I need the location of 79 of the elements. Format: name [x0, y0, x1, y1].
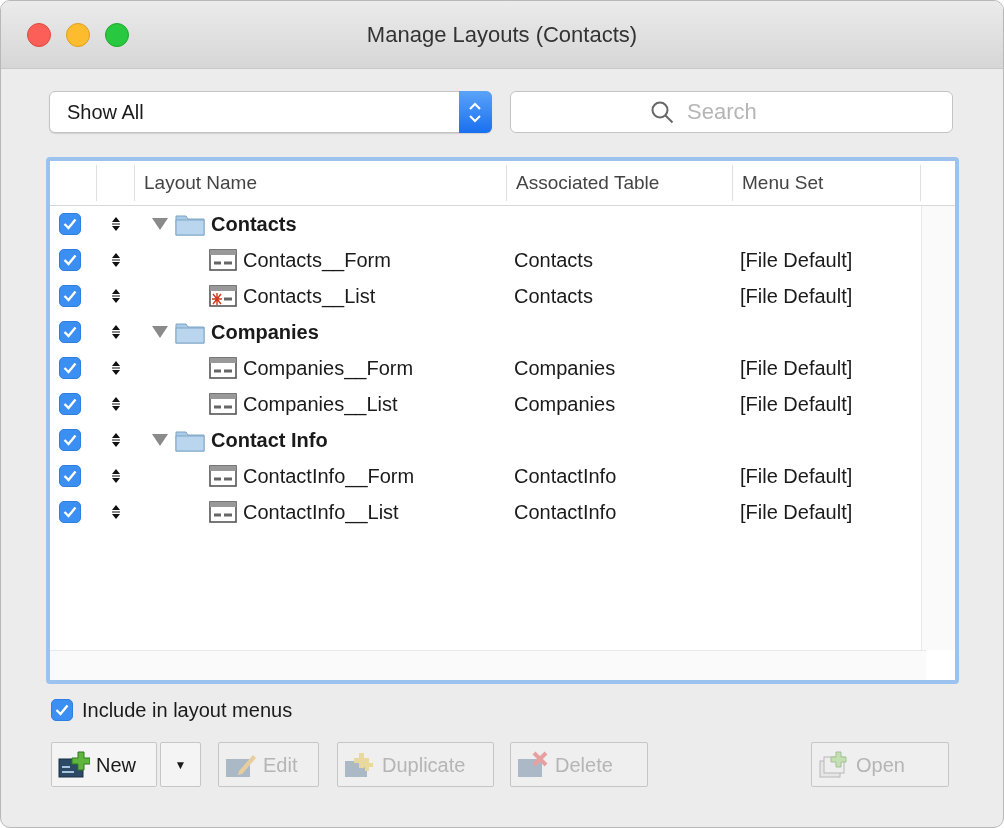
menu-set: [File Default]: [740, 464, 853, 489]
menu-set: [File Default]: [740, 356, 853, 381]
stepper-icon: [468, 102, 482, 123]
folder-icon: [175, 212, 205, 236]
folder-name: Contact Info: [211, 428, 328, 453]
layout-name: ContactInfo__List: [243, 500, 399, 526]
checkmark-icon: [63, 362, 77, 374]
checkbox[interactable]: [59, 249, 81, 271]
table-name: Companies: [514, 356, 616, 381]
checkbox[interactable]: [59, 321, 81, 343]
duplicate-icon: [344, 750, 376, 779]
close-button[interactable]: [27, 22, 51, 47]
layout-name: ContactInfo__Form: [243, 464, 415, 490]
checkbox[interactable]: [59, 393, 81, 415]
column-header[interactable]: Layout Name: [144, 168, 257, 198]
new-button[interactable]: New: [51, 742, 157, 787]
layout-icon: [209, 465, 237, 487]
menu-set: [File Default]: [740, 392, 853, 417]
checkbox[interactable]: [59, 429, 81, 451]
checkmark-icon: [63, 218, 77, 230]
checkbox[interactable]: [59, 501, 81, 523]
checkbox[interactable]: [51, 699, 73, 721]
drag-handle-icon: [111, 360, 121, 376]
filter-dropdown[interactable]: Show All: [49, 91, 492, 133]
menu-set: [File Default]: [740, 248, 853, 273]
zoom-button[interactable]: [105, 22, 129, 47]
disclosure-triangle[interactable]: [151, 433, 169, 447]
menu-set: [File Default]: [740, 284, 853, 309]
drag-handle-icon: [111, 216, 121, 232]
table-name: Contacts: [514, 284, 593, 309]
menu-set: [File Default]: [740, 500, 853, 525]
checkbox[interactable]: [59, 213, 81, 235]
checkbox[interactable]: [59, 285, 81, 307]
layout-icon: [209, 501, 237, 523]
checkmark-icon: [63, 254, 77, 266]
folder-icon: [175, 428, 205, 452]
drag-handle-icon: [111, 504, 121, 520]
folder-name: Contacts: [211, 212, 297, 237]
search-field[interactable]: Search: [510, 91, 953, 133]
checkbox-label: Include in layout menus: [82, 698, 293, 723]
delete-icon: [517, 750, 549, 779]
checkbox[interactable]: [59, 465, 81, 487]
checkbox[interactable]: [59, 357, 81, 379]
column-header[interactable]: Menu Set: [742, 168, 824, 198]
layout-icon: [209, 285, 237, 307]
checkmark-icon: [63, 326, 77, 338]
search-icon: [650, 100, 674, 124]
drag-handle-icon: [111, 288, 121, 304]
add-icon: [58, 750, 90, 779]
layout-name: Companies__Form: [243, 356, 414, 382]
checkmark-icon: [63, 470, 77, 482]
column-header[interactable]: Associated Table: [516, 168, 660, 198]
drag-handle-icon: [111, 324, 121, 340]
dropdown-button[interactable]: ▼: [160, 742, 201, 787]
open-icon: [818, 750, 850, 779]
layout-icon: [209, 249, 237, 271]
table-name: Contacts: [514, 248, 593, 273]
disclosure-triangle[interactable]: [151, 217, 169, 231]
checkmark-icon: [55, 704, 69, 716]
checkmark-icon: [63, 290, 77, 302]
checkmark-icon: [63, 506, 77, 518]
drag-handle-icon: [111, 252, 121, 268]
folder-icon: [175, 320, 205, 344]
checkmark-icon: [63, 434, 77, 446]
layout-name: Contacts__List: [243, 284, 376, 310]
layout-icon: [209, 357, 237, 379]
drag-handle-icon: [111, 396, 121, 412]
checkmark-icon: [63, 398, 77, 410]
layout-name: Contacts__Form: [243, 248, 391, 274]
disclosure-triangle[interactable]: [151, 325, 169, 339]
table-name: ContactInfo: [514, 500, 617, 525]
layout-name: Companies__List: [243, 392, 398, 418]
drag-handle-icon: [111, 432, 121, 448]
layout-icon: [209, 393, 237, 415]
table-name: Companies: [514, 392, 616, 417]
drag-handle-icon: [111, 468, 121, 484]
table-name: ContactInfo: [514, 464, 617, 489]
window-title: Manage Layouts (Contacts): [366, 22, 638, 47]
folder-name: Companies: [211, 320, 319, 345]
